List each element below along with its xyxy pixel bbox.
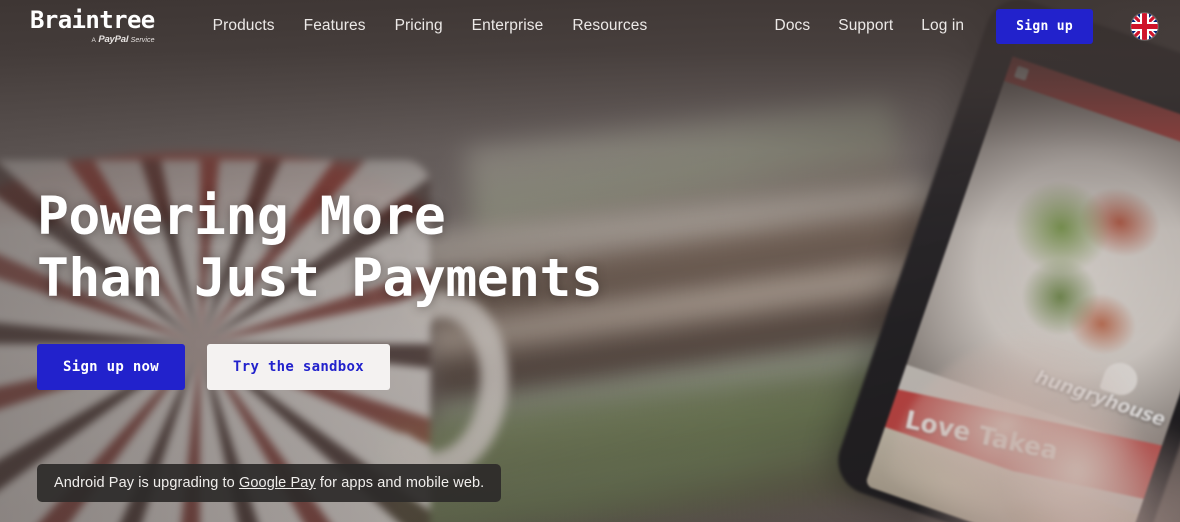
nav-item-features[interactable]: Features — [304, 17, 366, 35]
announcement-text-after: for apps and mobile web. — [315, 475, 485, 491]
secondary-nav-links: Docs Support Log in Sign up — [775, 8, 1158, 44]
signup-button[interactable]: Sign up — [996, 8, 1093, 44]
nav-item-support[interactable]: Support — [838, 17, 893, 35]
paypal-wordmark: PayPal — [98, 33, 129, 45]
google-pay-link[interactable]: Google Pay — [239, 475, 316, 491]
united-kingdom-flag-icon[interactable] — [1131, 12, 1158, 40]
announcement-banner: Android Pay is upgrading to Google Pay f… — [37, 464, 502, 502]
try-the-sandbox-button[interactable]: Try the sandbox — [207, 344, 390, 390]
hero-headline: Powering More Than Just Payments — [37, 186, 603, 309]
nav-item-docs[interactable]: Docs — [775, 17, 811, 35]
primary-nav-links: Products Features Pricing Enterprise Res… — [213, 17, 648, 35]
braintree-landing-page: hungryhouse Love Takea Braintree A PayPa… — [0, 0, 1180, 522]
hero-content: Powering More Than Just Payments Sign up… — [37, 186, 603, 390]
hero-cta-group: Sign up now Try the sandbox — [37, 344, 602, 390]
logo-tagline: A PayPal Service — [92, 35, 155, 45]
braintree-logo[interactable]: Braintree A PayPal Service — [30, 8, 155, 45]
nav-item-resources[interactable]: Resources — [572, 17, 647, 35]
logo-tagline-suffix: Service — [130, 36, 155, 44]
nav-item-login[interactable]: Log in — [921, 17, 964, 35]
nav-item-pricing[interactable]: Pricing — [395, 17, 443, 35]
sign-up-now-button[interactable]: Sign up now — [37, 344, 186, 390]
announcement-text-before: Android Pay is upgrading to — [54, 475, 239, 491]
logo-wordmark: Braintree — [30, 5, 155, 34]
nav-item-products[interactable]: Products — [213, 17, 275, 35]
top-navigation-bar: Braintree A PayPal Service Products Feat… — [0, 0, 1180, 52]
logo-tagline-prefix: A — [91, 36, 96, 44]
nav-item-enterprise[interactable]: Enterprise — [472, 17, 544, 35]
